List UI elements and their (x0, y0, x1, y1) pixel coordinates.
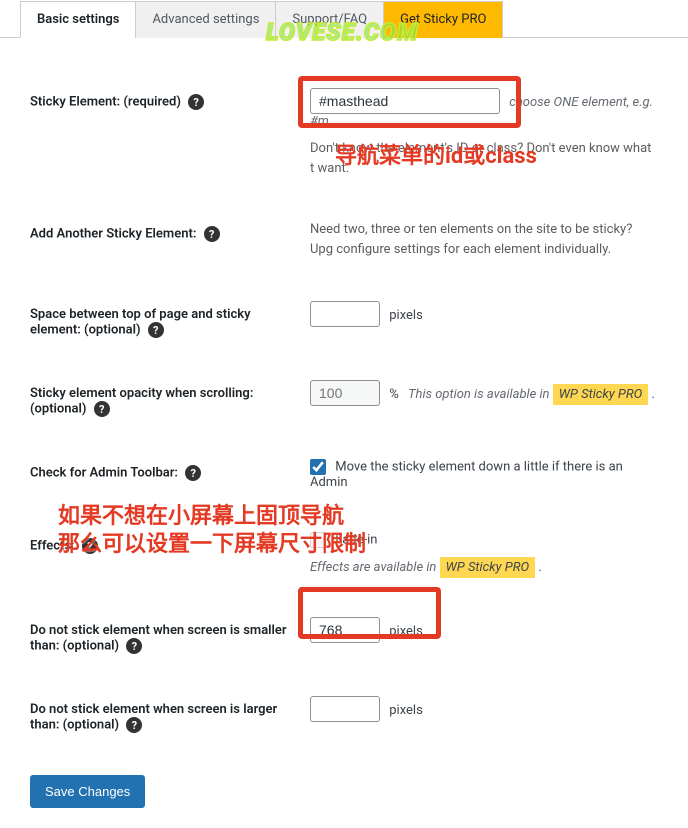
unit-label: pixels (389, 703, 423, 718)
help-icon[interactable]: ? (148, 322, 164, 338)
opacity-label: Sticky element opacity when scrolling: (… (30, 380, 310, 417)
sticky-element-label: Sticky Element: (required) ? (30, 88, 310, 110)
min-screen-label: Do not stick element when screen is smal… (30, 617, 310, 654)
pro-badge: WP Sticky PRO (553, 384, 649, 405)
percent-label: % (389, 387, 399, 402)
opacity-note: This option is available in (408, 387, 550, 402)
tab-basic-settings[interactable]: Basic settings (20, 1, 136, 38)
space-top-label: Space between top of page and sticky ele… (30, 301, 310, 338)
help-icon[interactable]: ? (126, 717, 142, 733)
save-changes-button[interactable]: Save Changes (30, 775, 145, 808)
help-icon[interactable]: ? (126, 638, 142, 654)
max-screen-label: Do not stick element when screen is larg… (30, 696, 310, 733)
annotation-text: 导航菜单的id或class (335, 138, 537, 170)
min-screen-input[interactable] (310, 617, 380, 643)
opacity-input (310, 380, 380, 406)
annotation-text: 那么可以设置一下屏幕尺寸限制 (58, 526, 366, 558)
admin-toolbar-checkbox[interactable] (310, 459, 326, 475)
sticky-element-input[interactable] (310, 88, 500, 114)
tab-support-faq[interactable]: Support/FAQ (275, 1, 384, 38)
help-icon[interactable]: ? (188, 94, 204, 110)
help-icon[interactable]: ? (204, 226, 220, 242)
max-screen-input[interactable] (310, 696, 380, 722)
admin-toolbar-text: Move the sticky element down a little if… (310, 459, 623, 490)
pro-badge: WP Sticky PRO (440, 557, 536, 578)
tab-advanced-settings[interactable]: Advanced settings (135, 1, 276, 38)
help-icon[interactable]: ? (185, 465, 201, 481)
add-another-label: Add Another Sticky Element: ? (30, 220, 310, 242)
help-icon[interactable]: ? (94, 401, 110, 417)
unit-label: pixels (389, 308, 423, 323)
tabs-bar: Basic settings Advanced settings Support… (0, 0, 688, 38)
add-another-desc: Need two, three or ten elements on the s… (310, 220, 658, 259)
admin-toolbar-label: Check for Admin Toolbar: ? (30, 459, 310, 481)
space-top-input[interactable] (310, 301, 380, 327)
tab-get-sticky-pro[interactable]: Get Sticky PRO (383, 1, 503, 38)
effects-note: Effects are available in (310, 560, 436, 575)
unit-label: pixels (389, 624, 423, 639)
